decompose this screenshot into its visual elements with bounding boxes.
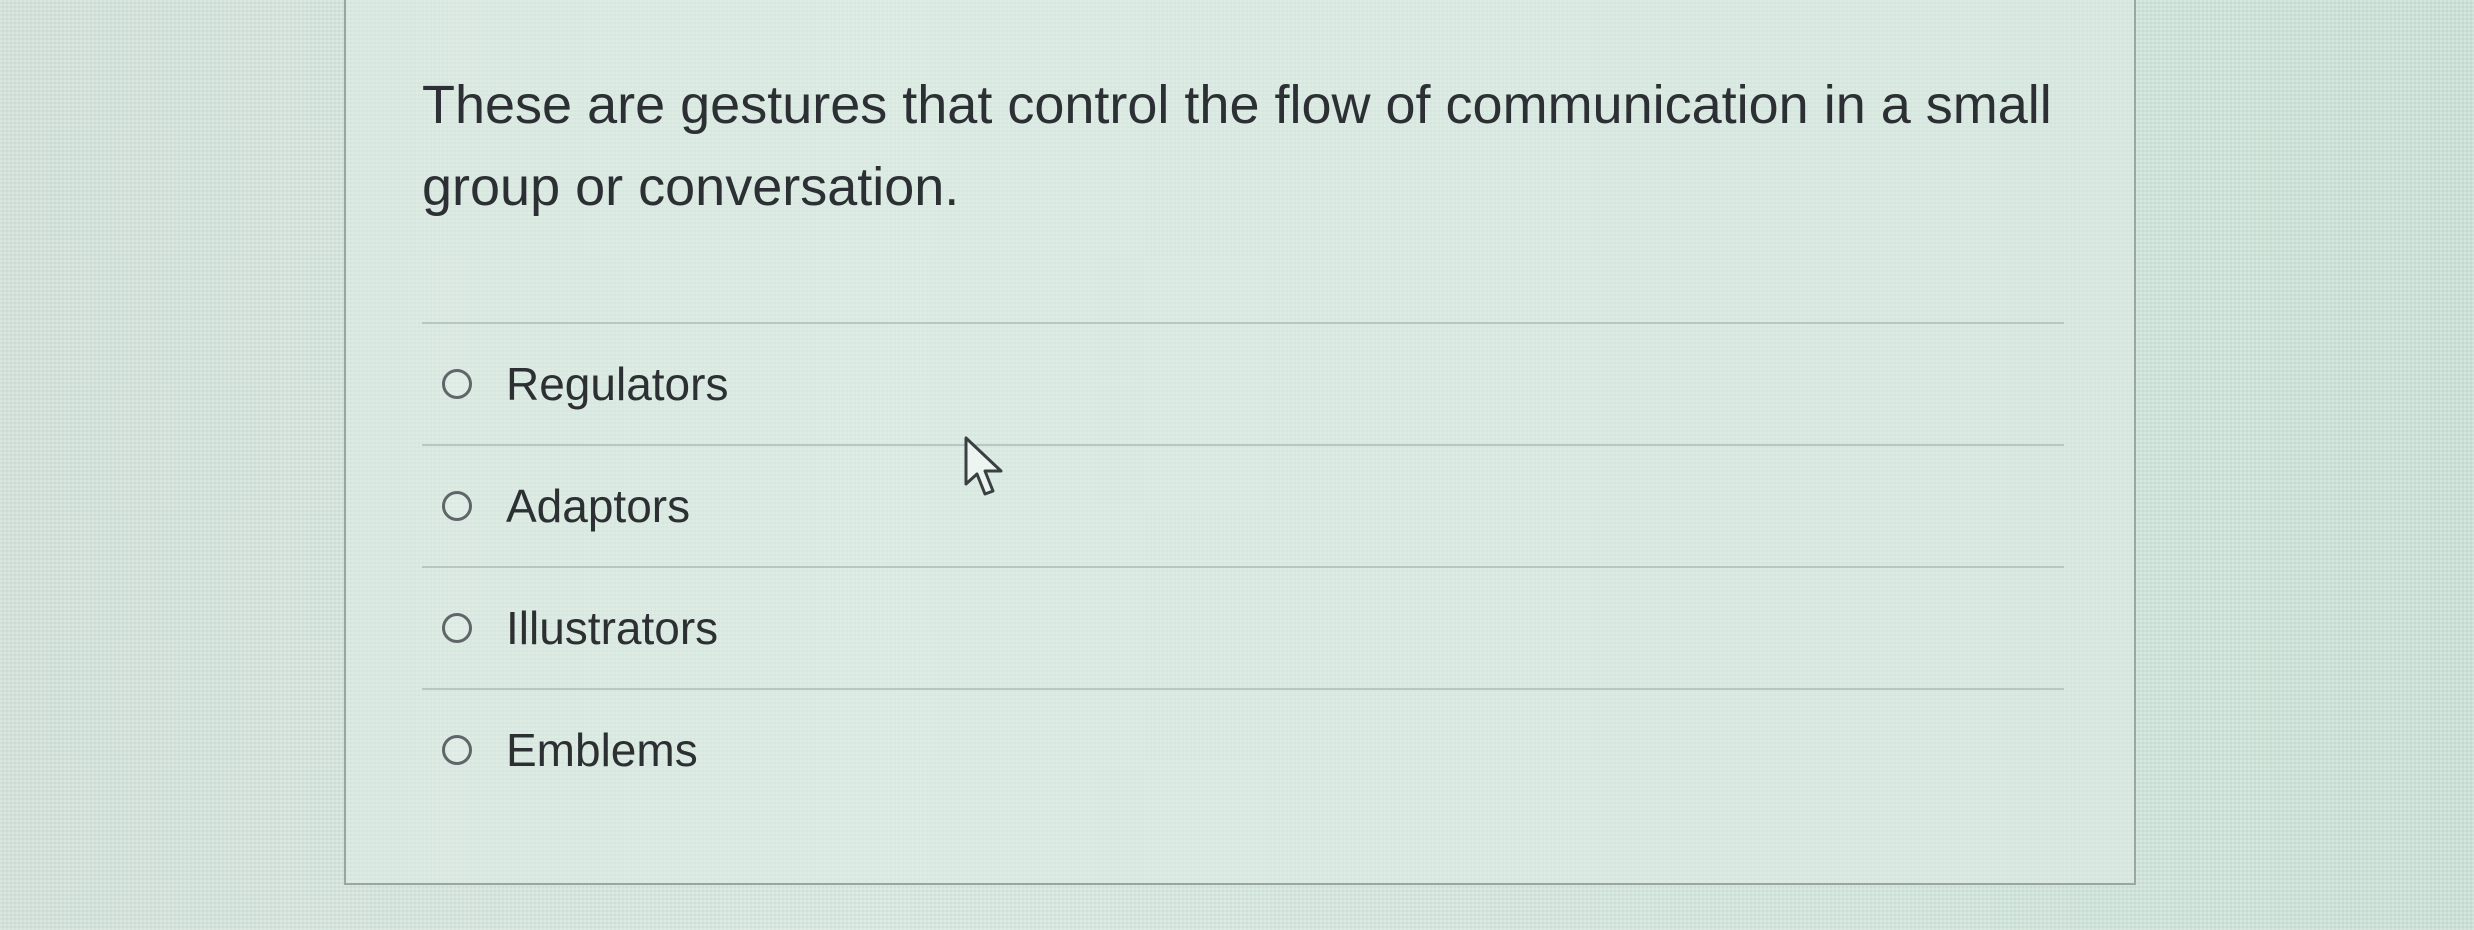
question-text: These are gestures that control the flow… [422,75,2052,217]
arrow-pointer-icon [964,436,1003,496]
answer-label: Adaptors [506,480,691,532]
answer-option-emblems[interactable]: Emblems [422,688,2064,810]
radio-button-icon[interactable] [442,735,472,765]
radio-button-icon[interactable] [442,369,472,399]
answer-label: Illustrators [506,602,719,654]
radio-button-icon[interactable] [442,491,472,521]
answer-option-regulators[interactable]: Regulators [422,322,2064,444]
answer-label: Regulators [506,358,729,410]
radio-button-icon[interactable] [442,613,472,643]
answer-option-illustrators[interactable]: Illustrators [422,566,2064,688]
answer-label: Emblems [506,724,698,776]
answer-option-adaptors[interactable]: Adaptors [422,444,2064,566]
question-card: These are gestures that control the flow… [344,0,2136,885]
answer-list: Regulators Adaptors Illustrators Emblems [422,322,2064,810]
